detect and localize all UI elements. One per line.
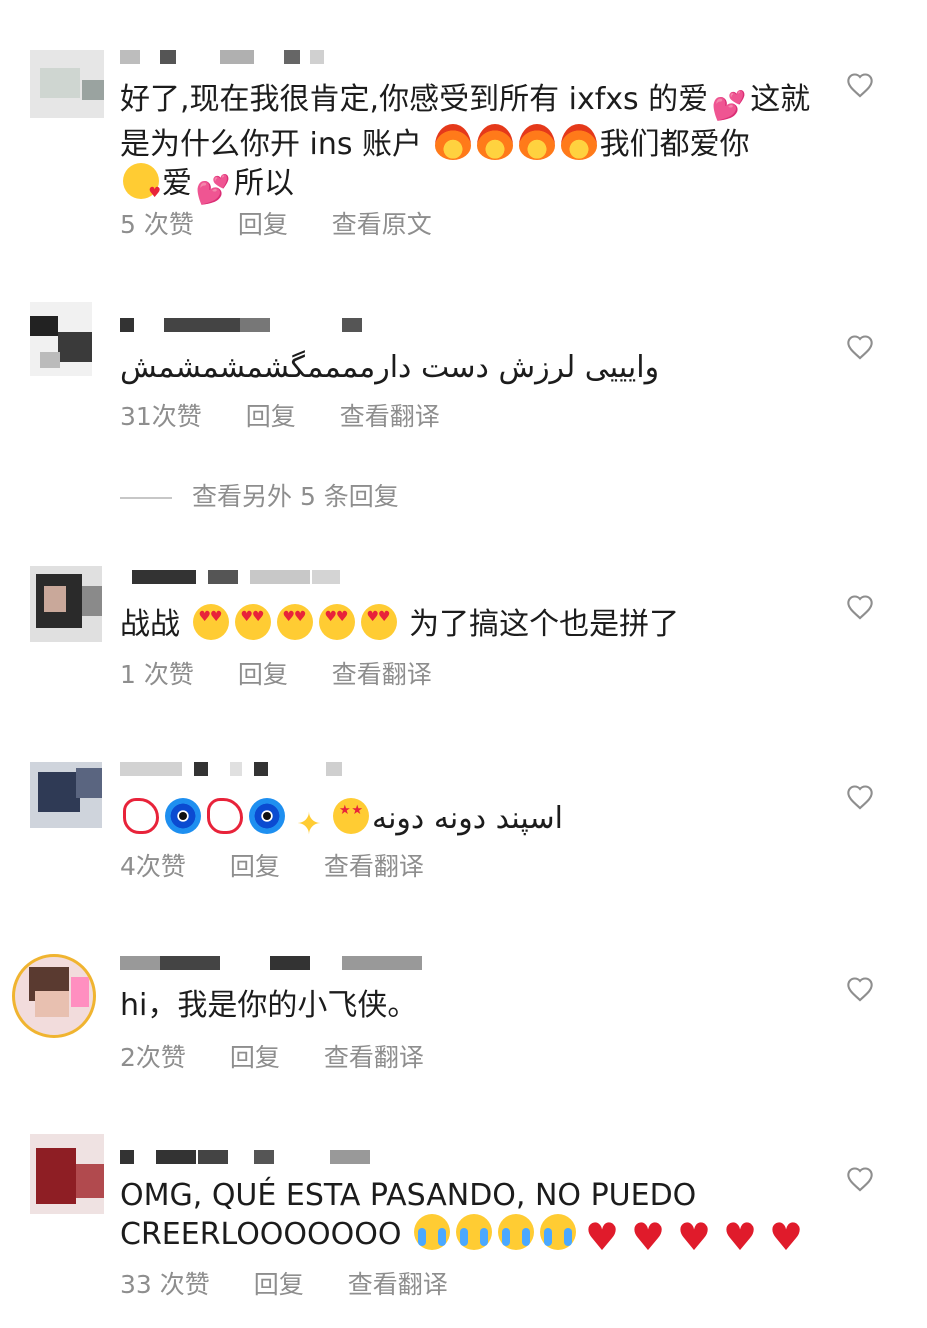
reply-button[interactable]: 回复 [246,402,296,432]
red-heart-emoji: ♥ [630,1215,666,1259]
two-hearts-emoji: 💕 [195,173,231,206]
comment-text: وایییی لرزش دست دارممممگشمشمشمش [120,350,660,385]
avatar[interactable] [30,762,102,828]
red-heart-emoji: ♥ [676,1215,712,1259]
reply-button[interactable]: 回复 [238,210,288,240]
comment-text: OMG, QUÉ ESTA PASANDO, NO PUEDO CREERLOO… [120,1178,820,1259]
view-translation-button[interactable]: 查看翻译 [324,1043,424,1073]
like-count[interactable]: 2次赞 [120,1043,186,1073]
comment-text-part: 好了,现在我很肯定,你感受到所有 ixfxs 的爱 [120,82,709,117]
heart-outline-icon[interactable] [846,594,874,622]
avatar[interactable] [12,954,96,1038]
view-translation-button[interactable]: 查看翻译 [348,1270,448,1300]
comment-text: 好了,现在我很肯定,你感受到所有 ixfxs 的爱 💕 这就是为什么你开 ins 账… [120,82,820,211]
heart-eyes-emoji [234,604,271,640]
like-count[interactable]: 4次赞 [120,852,186,882]
avatar[interactable] [30,1134,104,1214]
view-translation-button[interactable]: 查看翻译 [324,852,424,882]
heart-eyes-emoji [192,604,229,640]
comment-text-part: اسپند دونه دونه [372,801,563,836]
comment-meta: 5 次赞 回复 查看原文 [120,210,468,240]
red-heart-emoji: ♥ [768,1215,804,1259]
more-replies-label: 查看另外 5 条回复 [192,482,399,511]
like-count[interactable]: 31次赞 [120,402,202,432]
avatar[interactable] [30,50,104,118]
crying-emoji [498,1214,535,1250]
comment-meta: 1 次赞 回复 查看翻译 [120,660,468,690]
view-translation-button[interactable]: 查看翻译 [340,402,440,432]
heart-outline-icon[interactable] [846,334,874,362]
like-count[interactable]: 1 次赞 [120,660,194,690]
fire-emoji [476,124,513,160]
reply-button[interactable]: 回复 [230,1043,280,1073]
reply-button[interactable]: 回复 [230,852,280,882]
heart-eyes-emoji [276,604,313,640]
comment-text: hi，我是你的小飞侠。 [120,988,418,1023]
avatar[interactable] [30,302,92,376]
reply-button[interactable]: 回复 [238,660,288,690]
username-redacted[interactable] [120,1150,380,1166]
view-more-replies-button[interactable]: 查看另外 5 条回复 [120,482,399,512]
avatar[interactable] [30,566,102,642]
comment-meta: 2次赞 回复 查看翻译 [120,1043,460,1073]
comment-text: 战战 为了搞这个也是拼了 [120,604,820,643]
comment-text-part: 为了搞这个也是拼了 [409,607,680,642]
kissing-heart-emoji [123,163,161,211]
heart-outline-icon[interactable] [846,976,874,1004]
fire-emoji [518,124,555,160]
comment-text-part: CREERLOOOOOOO [120,1217,402,1252]
red-heart-emoji: ♥ [584,1215,620,1259]
crying-emoji [414,1214,451,1250]
red-heart-emoji: ♥ [722,1215,758,1259]
username-redacted[interactable] [120,956,422,972]
evil-eye-emoji [249,798,285,834]
divider [120,497,172,499]
comment-meta: 31次赞 回复 查看翻译 [120,402,476,432]
heart-eyes-emoji [318,604,355,640]
username-redacted[interactable] [120,570,380,586]
comment-text-part: OMG, QUÉ ESTA PASANDO, NO PUEDO [120,1178,697,1213]
comment-text-part: 我们都爱你 [599,127,750,162]
comment-text: ✦ اسپند دونه دونه [120,798,820,843]
anger-emoji [123,798,159,834]
two-hearts-emoji: 💕 [711,89,747,122]
heart-outline-icon[interactable] [846,72,874,100]
fire-emoji [434,124,471,160]
comment-meta: 4次赞 回复 查看翻译 [120,852,460,882]
crying-emoji [456,1214,493,1250]
crying-emoji [540,1214,577,1250]
comment-meta: 33 次赞 回复 查看翻译 [120,1270,484,1300]
anger-emoji [207,798,243,834]
comment-text-part: 爱 [162,166,192,201]
heart-eyes-emoji [360,604,397,640]
view-translation-button[interactable]: 查看翻译 [332,660,432,690]
fire-emoji [560,124,597,160]
comment-text-part: 所以 [234,166,294,201]
evil-eye-emoji [165,798,201,834]
like-count[interactable]: 5 次赞 [120,210,194,240]
username-redacted[interactable] [120,318,380,334]
heart-outline-icon[interactable] [846,784,874,812]
star-struck-emoji [333,798,369,834]
view-original-button[interactable]: 查看原文 [332,210,432,240]
comment-text-part: 战战 [120,607,180,642]
like-count[interactable]: 33 次赞 [120,1270,210,1300]
sparkles-emoji: ✦ [296,807,322,842]
username-redacted[interactable] [120,762,380,778]
username-redacted[interactable] [120,50,380,66]
reply-button[interactable]: 回复 [254,1270,304,1300]
heart-outline-icon[interactable] [846,1166,874,1194]
